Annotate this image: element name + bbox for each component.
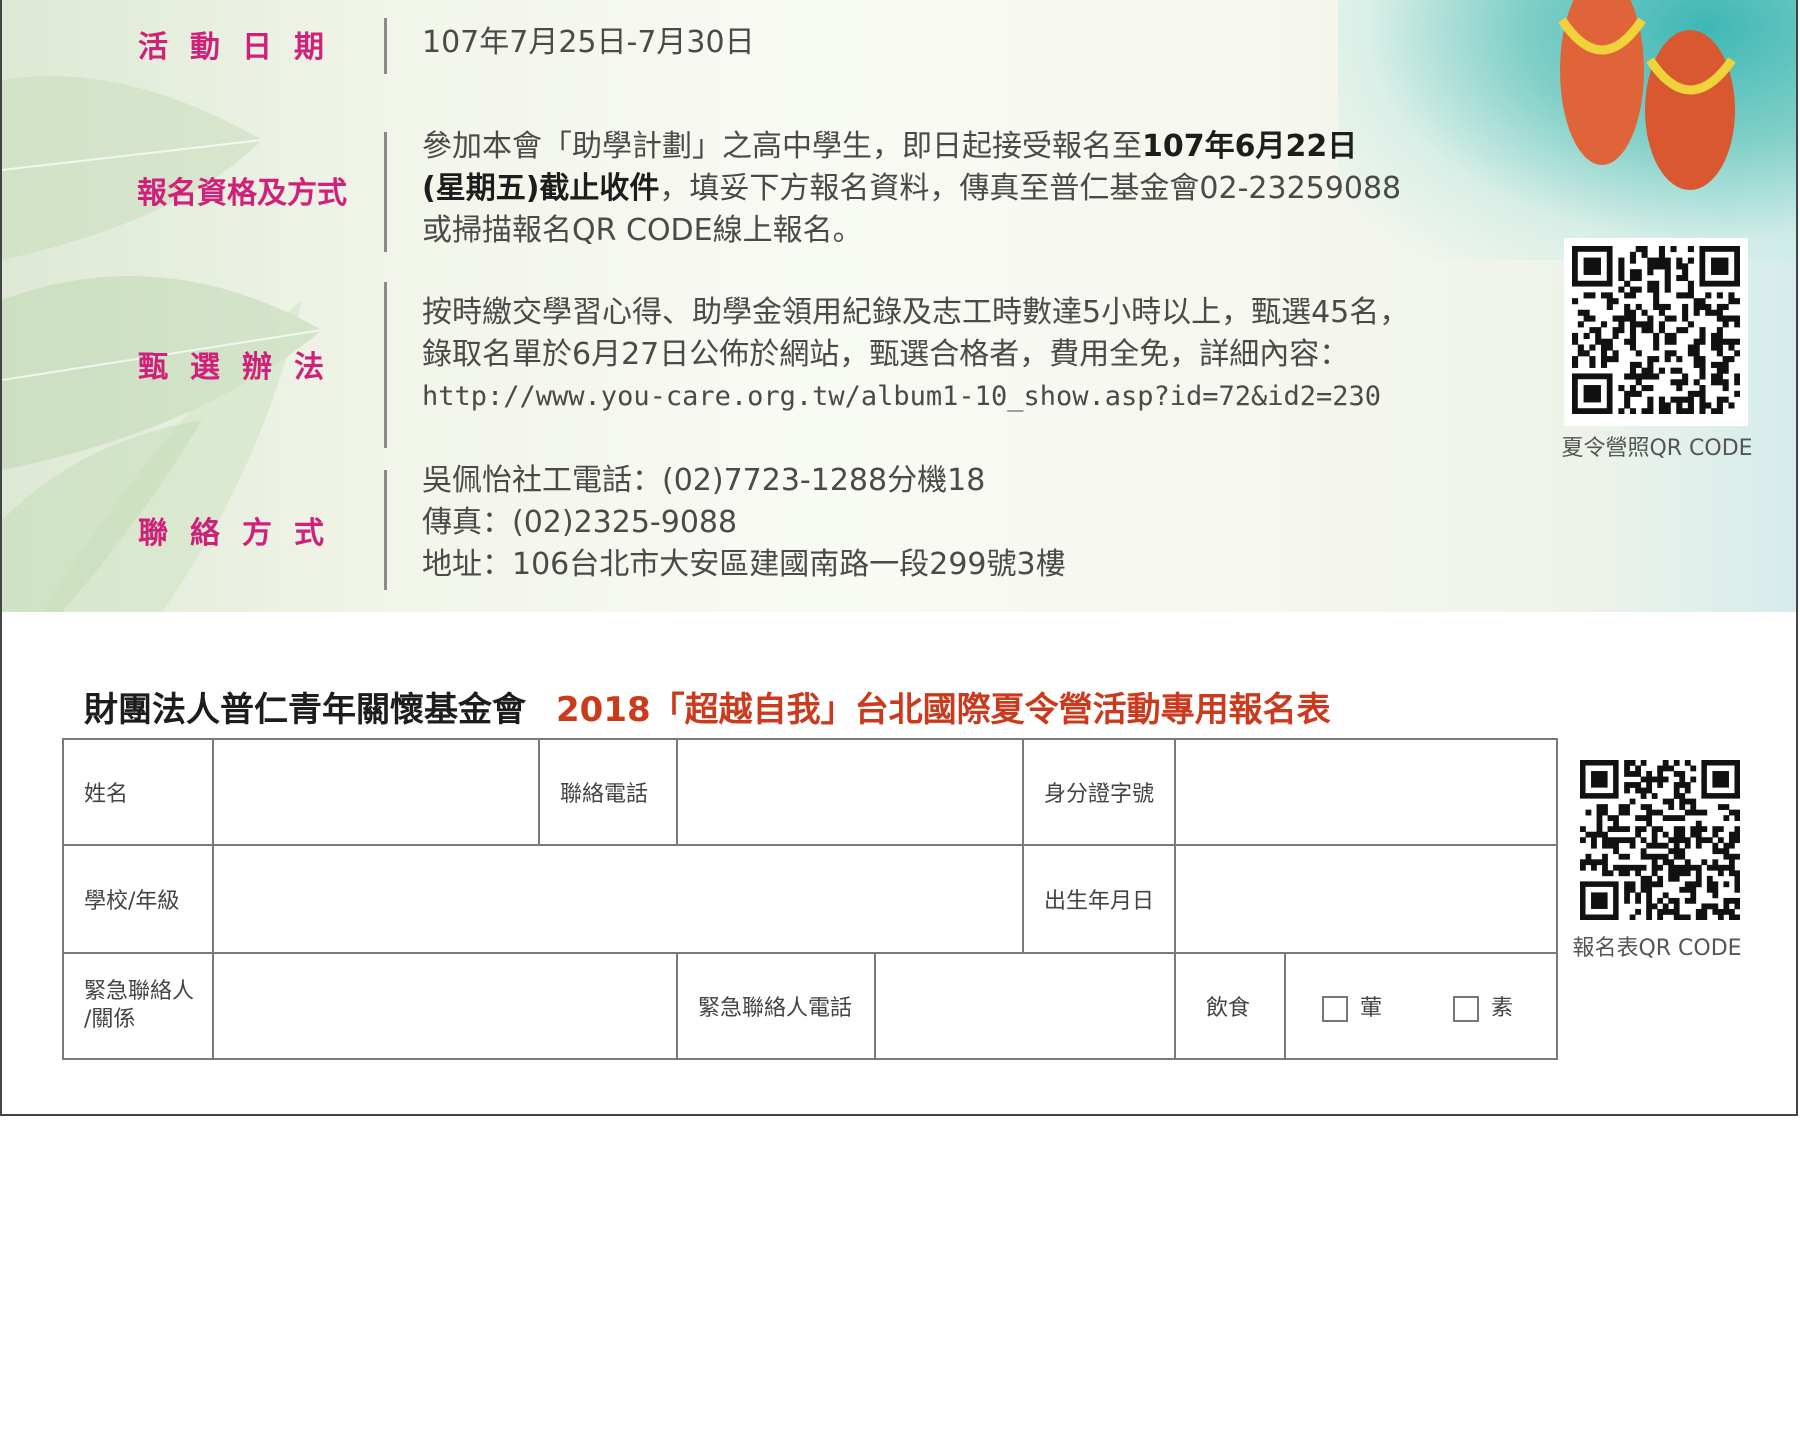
diet-options: 葷 素 [1284,952,1558,1060]
diet-veg-option[interactable]: 素 [1453,990,1513,1022]
organization-name: 財團法人普仁青年關懷基金會 [84,690,526,730]
registration-text: 參加本會「助學計劃」之高中學生，即日起接受報名至107年6月22日 (星期五)截… [422,129,1402,248]
divider [384,282,387,448]
divider [384,470,387,590]
name-field[interactable] [212,738,540,846]
qr-code-icon [1572,246,1741,415]
phone-label: 聯絡電話 [538,738,678,846]
birthdate-field[interactable] [1174,844,1558,954]
id-number-label: 身分證字號 [1022,738,1176,846]
label-contact: 聯絡方式 [138,516,346,551]
school-grade-label: 學校/年級 [62,844,214,954]
registration-qr-caption: 報名表QR CODE [1572,936,1742,961]
qr-code-icon [1580,760,1741,921]
divider [384,18,387,74]
registration-form-title: 2018「超越自我」台北國際夏令營活動專用報名表 [556,690,1331,730]
form-title: 財團法人普仁青年關懷基金會 2018「超越自我」台北國際夏令營活動專用報名表 [84,682,1331,731]
selection-text: 按時繳交學習心得、助學金領用紀錄及志工時數達5小時以上，甄選45名， 錄取名單於… [422,292,1442,418]
emergency-contact-field[interactable] [212,952,678,1060]
birthdate-label: 出生年月日 [1022,844,1176,954]
checkbox-icon[interactable] [1453,996,1480,1022]
camp-qr-code [1564,238,1748,426]
flip-flops-icon [1558,0,1736,190]
label-selection: 甄選辦法 [138,350,346,385]
event-info-banner: 活動日期 107年7月25日-7月30日 報名資格及方式 參加本會「助學計劃」之… [2,0,1796,612]
label-registration: 報名資格及方式 [137,176,347,211]
emergency-phone-label: 緊急聯絡人電話 [676,952,876,1060]
emergency-phone-field[interactable] [874,952,1176,1060]
emergency-contact-label: 緊急聯絡人 /關係 [62,952,214,1060]
phone-field[interactable] [676,738,1024,846]
diet-meat-option[interactable]: 葷 [1322,990,1382,1022]
diet-label: 飲食 [1174,952,1286,1060]
registration-form-table: 姓名 聯絡電話 身分證字號 學校/年級 出生年月日 緊急聯絡人 /關係 緊急聯絡… [62,738,1558,1060]
divider [384,132,387,252]
flyer-page: 活動日期 107年7月25日-7月30日 報名資格及方式 參加本會「助學計劃」之… [0,0,1798,1116]
name-label: 姓名 [62,738,214,846]
camp-qr-caption: 夏令營照QR CODE [1561,436,1753,461]
contact-text: 吳佩怡社工電話：(02)7723-1288分機18 傳真：(02)2325-90… [422,463,1066,582]
registration-qr-code [1572,752,1748,932]
info-link: http://www.you-care.org.tw/album1-10_sho… [422,381,1382,412]
id-number-field[interactable] [1174,738,1558,846]
school-grade-field[interactable] [212,844,1024,954]
event-date-text: 107年7月25日-7月30日 [422,25,755,60]
checkbox-icon[interactable] [1322,996,1348,1022]
label-event-date: 活動日期 [138,30,346,65]
